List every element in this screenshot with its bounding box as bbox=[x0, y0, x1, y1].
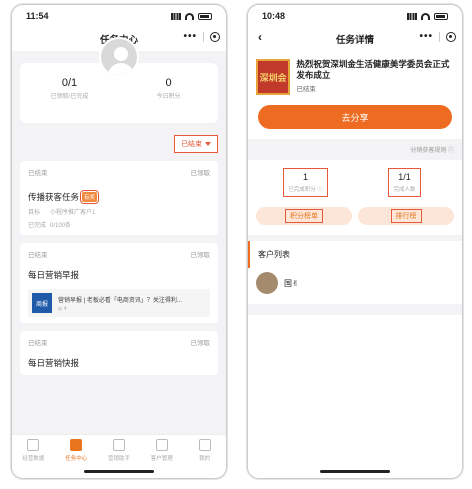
wifi-icon bbox=[421, 12, 430, 20]
task-status: 已结束 bbox=[296, 86, 316, 93]
news-thumbnail: 周报 bbox=[32, 293, 52, 313]
ranking-button[interactable]: 排行榜 bbox=[358, 207, 454, 225]
task-icon bbox=[70, 439, 83, 451]
task-headline: 热烈祝贺深圳金生活健康美学委员会正式发布成立 bbox=[296, 59, 450, 80]
task-action[interactable]: 已领取 bbox=[191, 249, 211, 259]
more-menu-button[interactable]: ••• bbox=[183, 31, 197, 42]
user-icon bbox=[198, 439, 211, 451]
battery-icon bbox=[434, 12, 448, 20]
share-button[interactable]: 去分享 bbox=[258, 105, 452, 129]
task-status: 已结束 bbox=[28, 170, 48, 177]
close-capsule-icon[interactable] bbox=[210, 31, 220, 42]
signal-icon bbox=[171, 12, 181, 20]
wifi-icon bbox=[185, 12, 194, 20]
task-cover-image: 深圳会 bbox=[256, 59, 291, 95]
close-capsule-icon[interactable] bbox=[446, 31, 456, 42]
task-header: 深圳会 热烈祝贺深圳金生活健康美学委员会正式发布成立 已结束 bbox=[248, 51, 462, 105]
task-status: 已结束 bbox=[28, 252, 48, 259]
points-leaderboard-button[interactable]: 积分榜单 bbox=[256, 207, 352, 225]
tab-profile[interactable]: 我的 bbox=[183, 439, 226, 478]
back-icon[interactable]: ‹ bbox=[258, 30, 262, 44]
task-card[interactable]: 已结束 已领取 传播获客任务 有奖 目标 小程序推广客户1 已完成 0/100条 bbox=[20, 161, 218, 235]
signal-icon bbox=[407, 12, 417, 20]
status-bar: 10:48 bbox=[248, 5, 462, 27]
task-status: 已结束 bbox=[28, 340, 48, 347]
tab-business-data[interactable]: 经营数据 bbox=[12, 439, 55, 478]
right-phone-screen: 10:48 ‹ 任务详情 ••• 深圳会 热烈祝贺深圳金生活健康美学委员会正式发… bbox=[247, 4, 463, 479]
home-indicator bbox=[84, 470, 154, 473]
task-action[interactable]: 已领取 bbox=[191, 167, 211, 177]
status-time: 10:48 bbox=[262, 11, 286, 21]
nav-bar: ‹ 任务详情 ••• bbox=[248, 27, 462, 51]
chart-icon bbox=[27, 439, 40, 451]
battery-icon bbox=[198, 12, 212, 20]
stats-card: 1 已完成积分 ⓘ 1/1 完成人数 积分榜单 排行榜 bbox=[248, 160, 462, 235]
home-indicator bbox=[320, 470, 390, 473]
stat-points: 0 今日积分 bbox=[156, 77, 181, 100]
task-action[interactable]: 已领取 bbox=[191, 337, 211, 347]
page-title: 任务详情 bbox=[335, 35, 374, 46]
contacts-icon bbox=[155, 439, 168, 451]
chevron-down-icon bbox=[205, 142, 211, 146]
news-item[interactable]: 周报 营销早报 | 老板必看「电商资讯」？关注得利... ◎ 4 bbox=[28, 289, 210, 317]
status-filter-dropdown[interactable]: 已结束 bbox=[174, 135, 218, 153]
task-card[interactable]: 已结束 已领取 每日营销快报 bbox=[20, 331, 218, 375]
avatar bbox=[256, 272, 278, 294]
status-bar: 11:54 bbox=[12, 5, 226, 27]
reward-badge: 有奖 bbox=[80, 190, 100, 204]
assistant-icon bbox=[112, 439, 125, 451]
stat-points: 1 已完成积分 ⓘ bbox=[256, 168, 355, 197]
more-menu-button[interactable]: ••• bbox=[419, 31, 433, 42]
profile-card: 0/1 已领取/已完成 0 今日积分 bbox=[20, 37, 218, 123]
list-item[interactable]: 国✌ bbox=[248, 268, 462, 304]
customer-list-title: 客户列表 bbox=[248, 241, 462, 268]
status-time: 11:54 bbox=[26, 11, 49, 21]
task-title: 传播获客任务 bbox=[28, 192, 80, 202]
task-card[interactable]: 已结束 已领取 每日营销早报 周报 营销早报 | 老板必看「电商资讯」？关注得利… bbox=[20, 243, 218, 323]
stat-claimed: 0/1 已领取/已完成 bbox=[50, 77, 89, 100]
stat-completed: 1/1 完成人数 bbox=[355, 168, 454, 197]
rules-link[interactable]: 分销获客规则 ⓘ bbox=[248, 139, 462, 160]
avatar[interactable] bbox=[99, 37, 139, 77]
left-phone-screen: 11:54 任务中心 ••• 0/1 已领取/已完成 0 今日积分 bbox=[11, 4, 227, 479]
customer-name: 国✌ bbox=[284, 278, 299, 288]
task-title: 每日营销早报 bbox=[28, 270, 80, 280]
task-title: 每日营销快报 bbox=[28, 358, 80, 368]
